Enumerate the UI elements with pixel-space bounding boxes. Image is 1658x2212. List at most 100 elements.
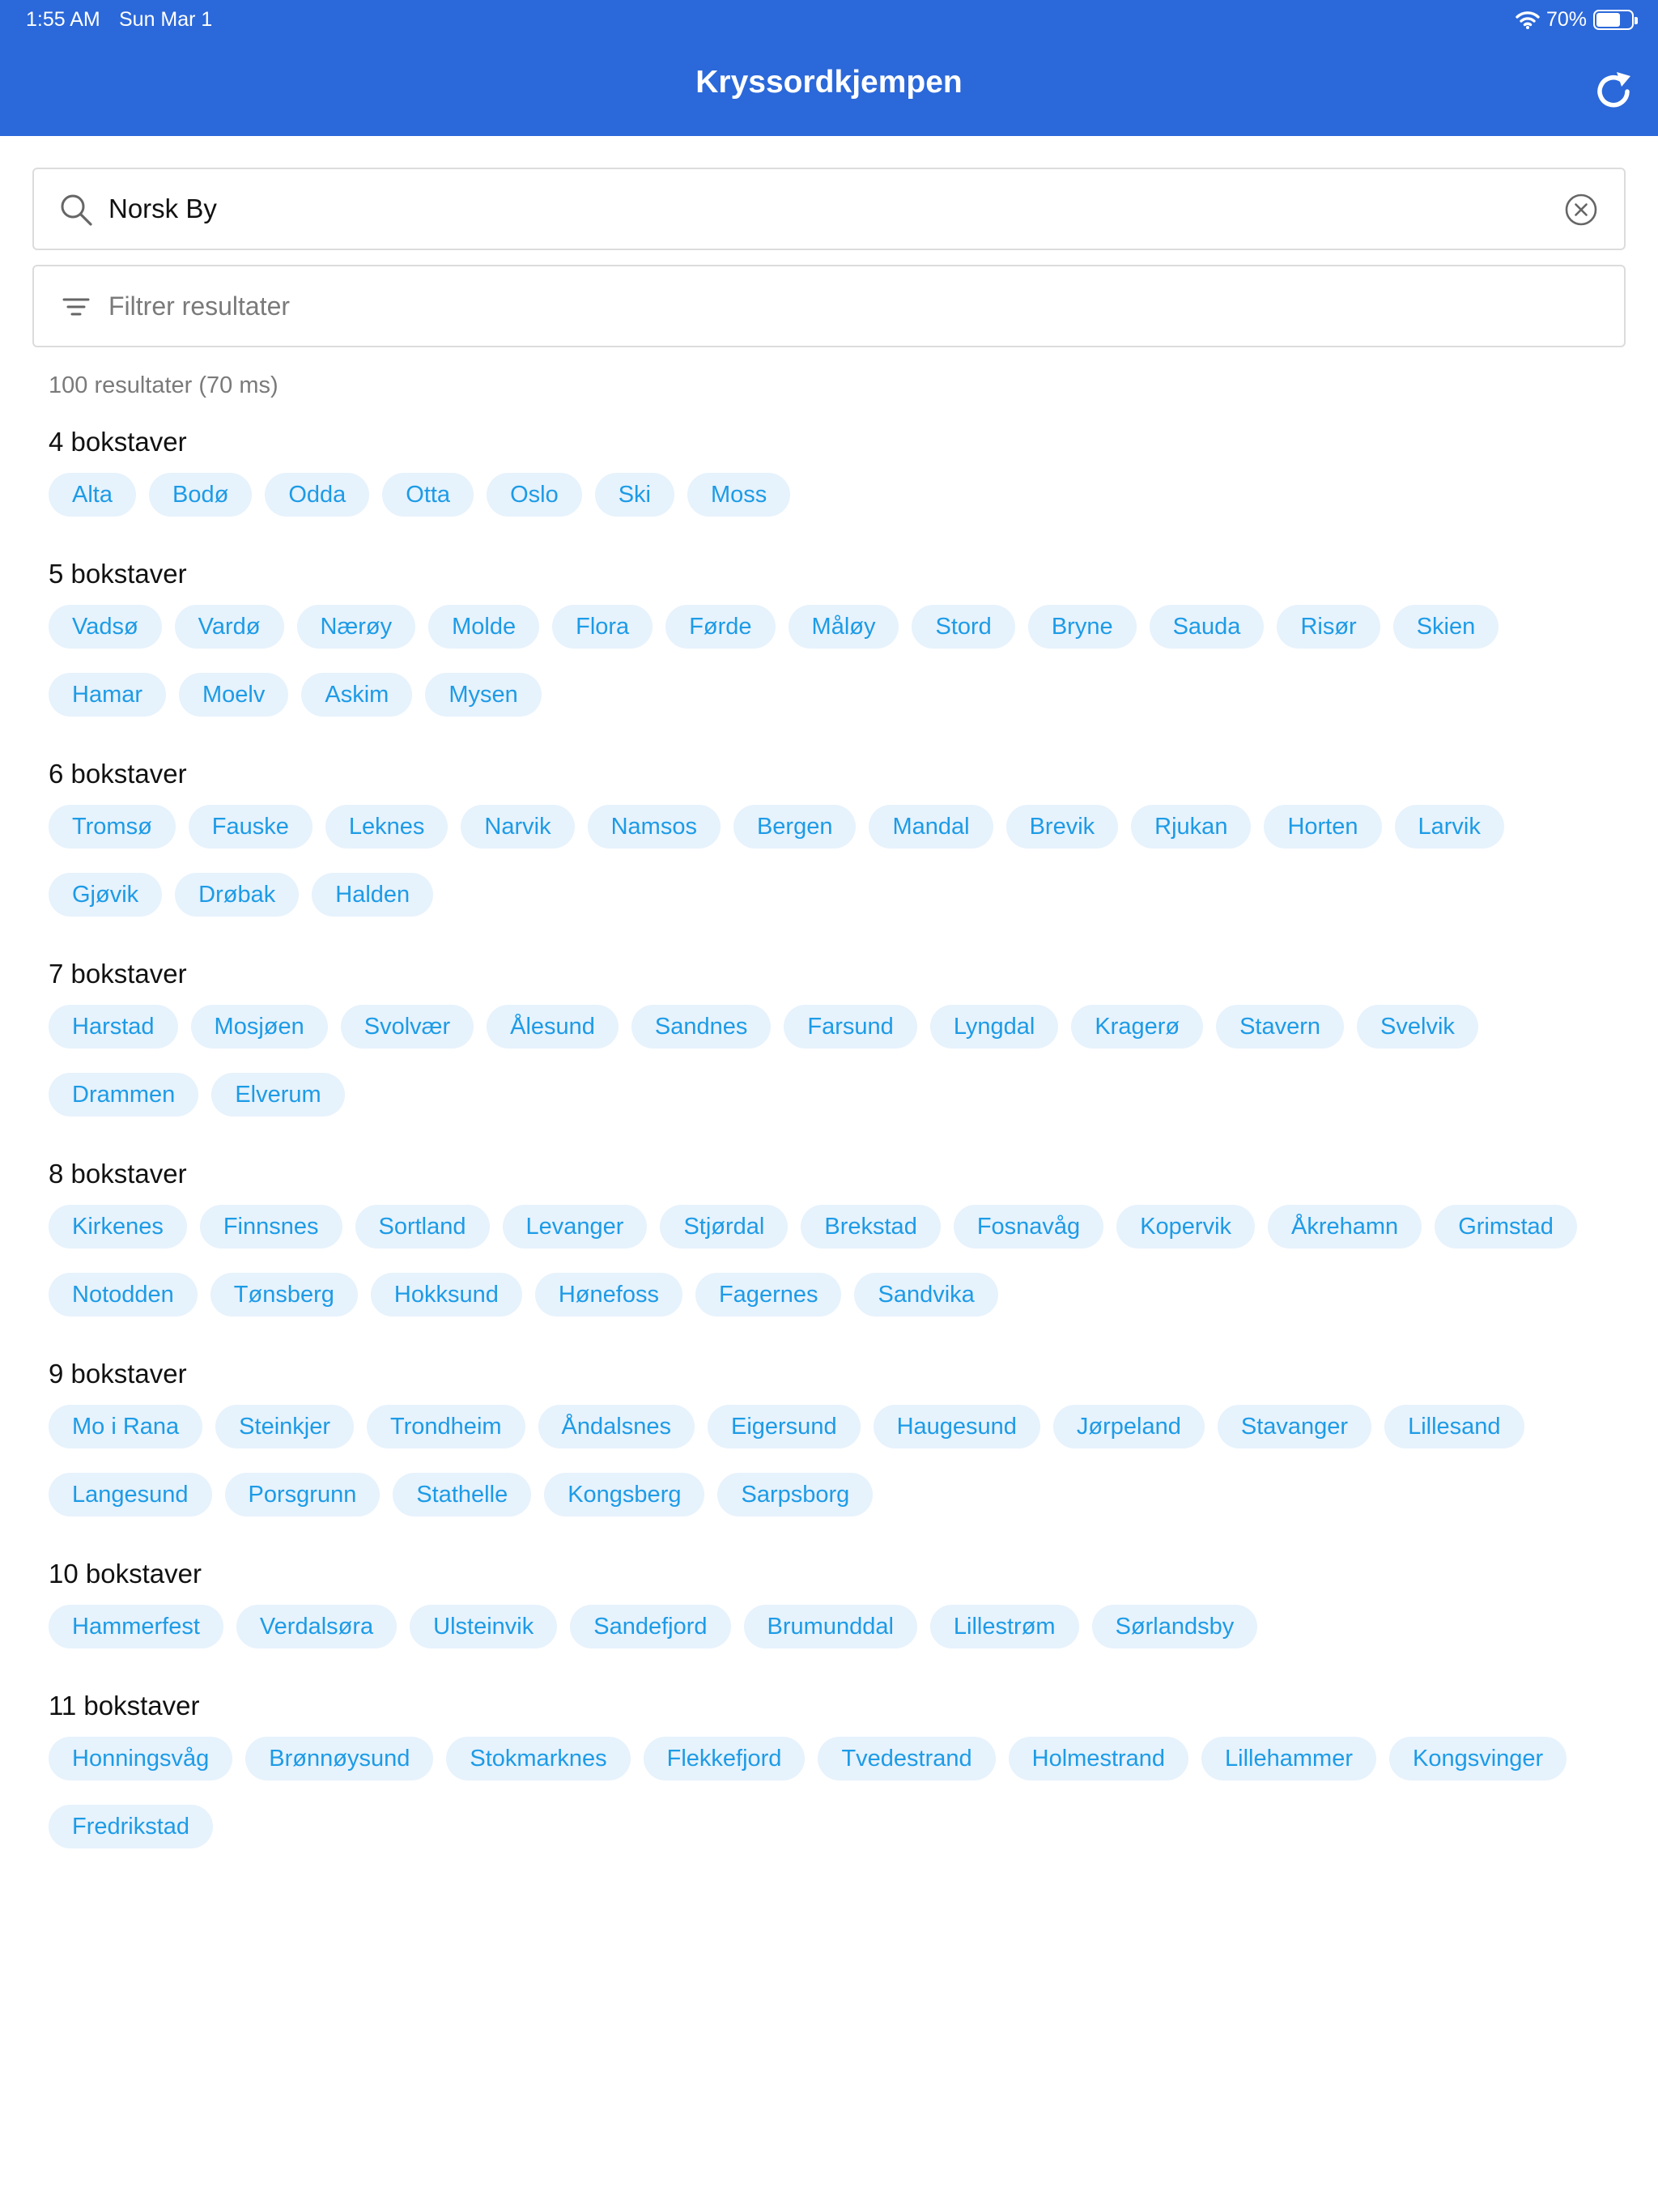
result-chip[interactable]: Halden (312, 873, 434, 917)
result-chip[interactable]: Farsund (784, 1005, 917, 1049)
result-chip[interactable]: Mandal (869, 805, 993, 849)
result-chip[interactable]: Svolvær (340, 1005, 474, 1049)
result-chip[interactable]: Brekstad (801, 1205, 941, 1249)
result-chip[interactable]: Langesund (49, 1473, 212, 1516)
filter-input[interactable]: Filtrer resultater (108, 266, 290, 346)
result-chip[interactable]: Stord (912, 605, 1015, 649)
result-chip[interactable]: Bryne (1027, 605, 1137, 649)
result-chip[interactable]: Hammerfest (49, 1605, 223, 1648)
result-chip[interactable]: Lillehammer (1201, 1737, 1376, 1780)
result-chip[interactable]: Flekkefjord (643, 1737, 806, 1780)
result-chip[interactable]: Molde (428, 605, 540, 649)
result-chip[interactable]: Brønnøysund (245, 1737, 434, 1780)
result-chip[interactable]: Bodø (148, 473, 253, 517)
filter-field[interactable]: Filtrer resultater (32, 265, 1626, 347)
result-chip[interactable]: Sandnes (631, 1005, 772, 1049)
result-chip[interactable]: Harstad (49, 1005, 178, 1049)
search-input[interactable]: Norsk By (108, 169, 217, 249)
result-chip[interactable]: Mosjøen (190, 1005, 328, 1049)
result-chip[interactable]: Mysen (425, 673, 542, 717)
result-chip[interactable]: Alta (49, 473, 136, 517)
result-chip[interactable]: Brumunddal (743, 1605, 917, 1648)
result-chip[interactable]: Kopervik (1116, 1205, 1256, 1249)
result-chip[interactable]: Verdalsøra (236, 1605, 397, 1648)
result-chip[interactable]: Finnsnes (199, 1205, 342, 1249)
result-chip[interactable]: Mo i Rana (49, 1405, 203, 1448)
refresh-button[interactable] (1590, 67, 1637, 114)
result-chip[interactable]: Kongsvinger (1389, 1737, 1567, 1780)
result-chip[interactable]: Vardø (174, 605, 284, 649)
result-chip[interactable]: Fosnavåg (953, 1205, 1104, 1249)
result-chip[interactable]: Fauske (188, 805, 312, 849)
result-chip[interactable]: Nærøy (296, 605, 416, 649)
result-chip[interactable]: Moss (687, 473, 791, 517)
result-chip[interactable]: Porsgrunn (224, 1473, 380, 1516)
result-chip[interactable]: Risør (1277, 605, 1380, 649)
result-chip[interactable]: Namsos (587, 805, 721, 849)
result-chip[interactable]: Sauda (1149, 605, 1265, 649)
result-chip[interactable]: Notodden (49, 1273, 198, 1317)
result-chip[interactable]: Holmestrand (1008, 1737, 1189, 1780)
result-chip[interactable]: Tønsberg (210, 1273, 358, 1317)
result-chip[interactable]: Otta (382, 473, 474, 517)
search-field[interactable]: Norsk By (32, 168, 1626, 250)
result-chip[interactable]: Sørlandsby (1091, 1605, 1258, 1648)
result-chip[interactable]: Sandvika (854, 1273, 998, 1317)
result-chip[interactable]: Eigersund (707, 1405, 861, 1448)
result-chip[interactable]: Narvik (461, 805, 575, 849)
result-chip[interactable]: Åkrehamn (1268, 1205, 1422, 1249)
result-chip[interactable]: Askim (301, 673, 413, 717)
result-chip[interactable]: Førde (665, 605, 776, 649)
result-chip[interactable]: Hønefoss (534, 1273, 682, 1317)
result-chip[interactable]: Tvedestrand (818, 1737, 996, 1780)
result-chip[interactable]: Svelvik (1357, 1005, 1478, 1049)
result-chip[interactable]: Kragerø (1071, 1005, 1204, 1049)
result-chip[interactable]: Oslo (487, 473, 582, 517)
result-chip[interactable]: Steinkjer (215, 1405, 354, 1448)
result-chip[interactable]: Honningsvåg (49, 1737, 233, 1780)
result-chip[interactable]: Flora (552, 605, 653, 649)
result-chip[interactable]: Gjøvik (49, 873, 163, 917)
result-chip[interactable]: Drøbak (175, 873, 300, 917)
result-chip[interactable]: Levanger (502, 1205, 648, 1249)
result-chip[interactable]: Sandefjord (570, 1605, 731, 1648)
result-chip[interactable]: Stokmarknes (446, 1737, 631, 1780)
result-chip[interactable]: Sarpsborg (717, 1473, 874, 1516)
result-chip[interactable]: Fagernes (695, 1273, 842, 1317)
result-chip[interactable]: Moelv (179, 673, 289, 717)
result-chip[interactable]: Elverum (211, 1073, 345, 1117)
result-chip[interactable]: Odda (265, 473, 370, 517)
result-chip[interactable]: Brevik (1005, 805, 1119, 849)
result-chip[interactable]: Sortland (355, 1205, 490, 1249)
result-chip[interactable]: Stjørdal (660, 1205, 789, 1249)
result-chip[interactable]: Haugesund (873, 1405, 1040, 1448)
result-chip[interactable]: Åndalsnes (538, 1405, 695, 1448)
result-chip[interactable]: Tromsø (49, 805, 176, 849)
result-chip[interactable]: Trondheim (367, 1405, 525, 1448)
result-chip[interactable]: Stathelle (393, 1473, 532, 1516)
result-chip[interactable]: Jørpeland (1052, 1405, 1205, 1448)
result-chip[interactable]: Skien (1392, 605, 1499, 649)
result-chip[interactable]: Lillesand (1384, 1405, 1524, 1448)
result-chip[interactable]: Lyngdal (929, 1005, 1059, 1049)
result-chip[interactable]: Hokksund (370, 1273, 522, 1317)
result-chip[interactable]: Fredrikstad (49, 1805, 214, 1848)
result-chip[interactable]: Rjukan (1131, 805, 1252, 849)
result-chip[interactable]: Lillestrøm (929, 1605, 1079, 1648)
result-chip[interactable]: Drammen (49, 1073, 199, 1117)
result-chip[interactable]: Ulsteinvik (410, 1605, 558, 1648)
result-chip[interactable]: Hamar (49, 673, 167, 717)
result-chip[interactable]: Larvik (1394, 805, 1504, 849)
result-chip[interactable]: Vadsø (49, 605, 162, 649)
result-chip[interactable]: Ålesund (487, 1005, 619, 1049)
result-chip[interactable]: Stavanger (1217, 1405, 1372, 1448)
result-chip[interactable]: Kirkenes (49, 1205, 187, 1249)
result-chip[interactable]: Leknes (325, 805, 449, 849)
result-chip[interactable]: Kongsberg (544, 1473, 705, 1516)
result-chip[interactable]: Grimstad (1435, 1205, 1577, 1249)
result-chip[interactable]: Ski (594, 473, 675, 517)
clear-circle-icon[interactable] (1562, 191, 1600, 228)
result-chip[interactable]: Måløy (788, 605, 899, 649)
result-chip[interactable]: Horten (1264, 805, 1382, 849)
result-chip[interactable]: Stavern (1216, 1005, 1345, 1049)
